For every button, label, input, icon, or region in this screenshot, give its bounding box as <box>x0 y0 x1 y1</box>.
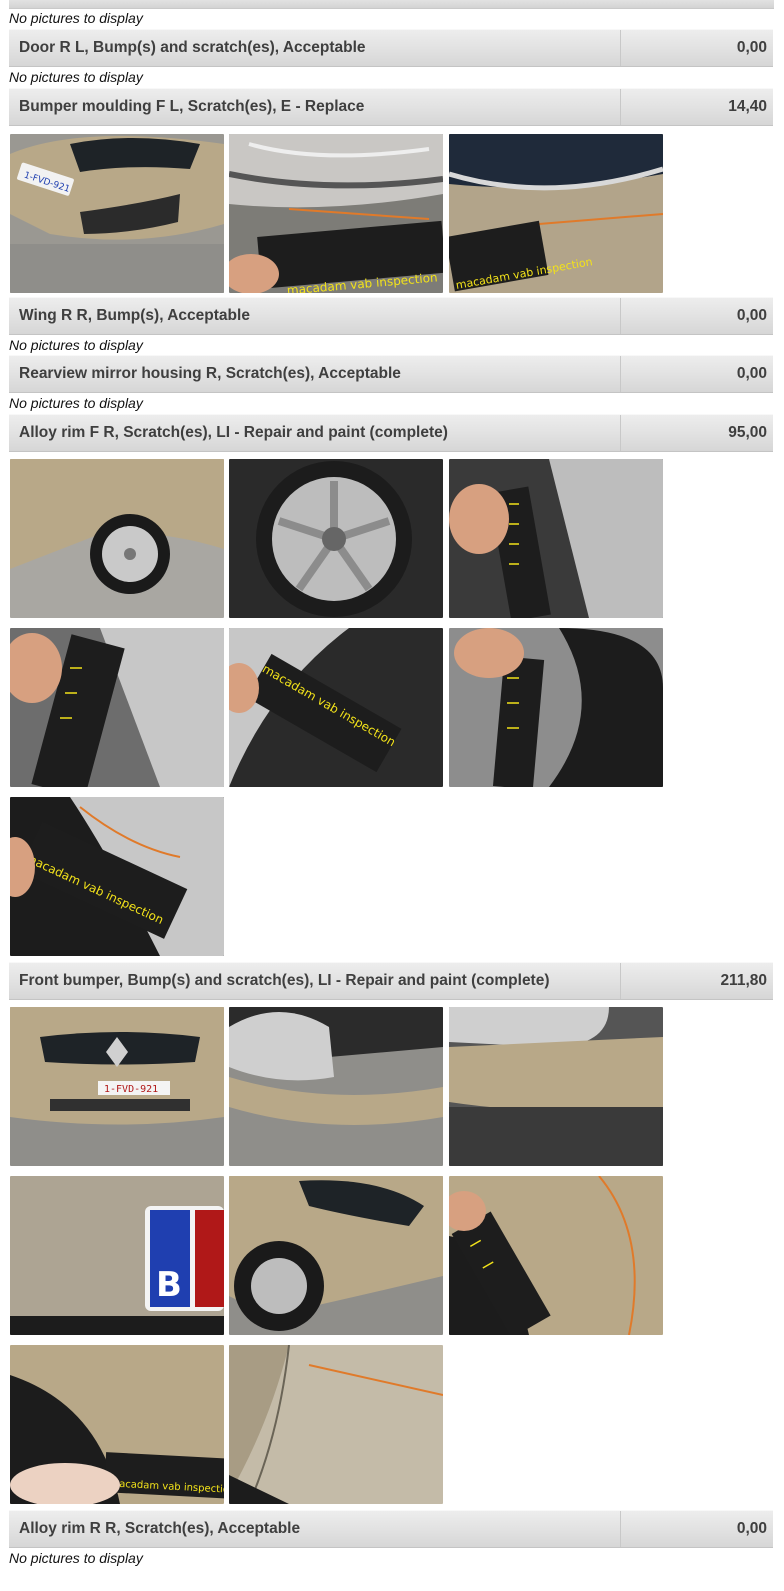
damage-amount: 211,80 <box>720 972 767 989</box>
damage-row-bumper-moulding-fl[interactable]: Bumper moulding F L, Scratch(es), E - Re… <box>9 88 773 126</box>
damage-photo[interactable] <box>229 1176 443 1335</box>
damage-amount: 0,00 <box>736 1520 767 1537</box>
damage-amount: 0,00 <box>736 365 767 382</box>
damage-photo[interactable]: 1-FVD-921 <box>10 1007 224 1166</box>
damage-photo[interactable]: macadam vab inspection <box>229 134 443 293</box>
damage-amount: 0,00 <box>736 307 767 324</box>
damage-description: Door R L, Bump(s) and scratch(es), Accep… <box>19 39 366 56</box>
damage-description: Alloy rim R R, Scratch(es), Acceptable <box>19 1520 301 1537</box>
license-plate-text: 1-FVD-921 <box>104 1084 158 1095</box>
damage-photo[interactable] <box>449 1176 663 1335</box>
column-divider <box>620 963 621 999</box>
no-pictures-note: No pictures to display <box>9 395 143 411</box>
damage-description: Rearview mirror housing R, Scratch(es), … <box>19 365 401 382</box>
damage-description: Alloy rim F R, Scratch(es), LI - Repair … <box>19 424 448 441</box>
no-pictures-note: No pictures to display <box>9 10 143 26</box>
damage-description: Wing R R, Bump(s), Acceptable <box>19 307 250 324</box>
column-divider <box>620 89 621 125</box>
damage-photo[interactable] <box>449 1007 663 1166</box>
no-pictures-note: No pictures to display <box>9 1550 143 1566</box>
damage-photo[interactable]: macadam vab inspection <box>10 797 224 956</box>
inspection-damage-list: No pictures to display Door R L, Bump(s)… <box>0 0 784 1591</box>
previous-row-edge <box>9 0 774 9</box>
column-divider <box>620 298 621 334</box>
damage-photo[interactable] <box>229 1007 443 1166</box>
damage-row-wing-rr[interactable]: Wing R R, Bump(s), Acceptable 0,00 <box>9 297 773 335</box>
damage-row-front-bumper[interactable]: Front bumper, Bump(s) and scratch(es), L… <box>9 962 773 1000</box>
damage-photo[interactable]: macadam vab inspection <box>10 1345 224 1504</box>
damage-amount: 0,00 <box>736 39 767 56</box>
no-pictures-note: No pictures to display <box>9 337 143 353</box>
damage-description: Front bumper, Bump(s) and scratch(es), L… <box>19 972 550 989</box>
plate-country-code: B <box>156 1265 182 1305</box>
damage-photo[interactable] <box>229 1345 443 1504</box>
column-divider <box>620 356 621 392</box>
damage-photo[interactable]: 1-FVD-921 <box>10 134 224 293</box>
column-divider <box>620 30 621 66</box>
damage-photo[interactable] <box>449 459 663 618</box>
damage-row-alloy-rim-rr[interactable]: Alloy rim R R, Scratch(es), Acceptable 0… <box>9 1510 773 1548</box>
damage-description: Bumper moulding F L, Scratch(es), E - Re… <box>19 98 365 115</box>
damage-photo[interactable]: macadam vab inspection <box>229 628 443 787</box>
damage-amount: 14,40 <box>728 98 767 115</box>
damage-row-mirror-housing-r[interactable]: Rearview mirror housing R, Scratch(es), … <box>9 355 773 393</box>
column-divider <box>620 415 621 451</box>
damage-photo[interactable] <box>449 628 663 787</box>
damage-photo[interactable]: B <box>10 1176 224 1335</box>
damage-photo[interactable] <box>229 459 443 618</box>
no-pictures-note: No pictures to display <box>9 69 143 85</box>
damage-photo[interactable] <box>10 628 224 787</box>
damage-photo[interactable] <box>10 459 224 618</box>
damage-row-alloy-rim-fr[interactable]: Alloy rim F R, Scratch(es), LI - Repair … <box>9 414 773 452</box>
column-divider <box>620 1511 621 1547</box>
damage-row-door-rl[interactable]: Door R L, Bump(s) and scratch(es), Accep… <box>9 29 773 67</box>
damage-amount: 95,00 <box>728 424 767 441</box>
damage-photo[interactable]: macadam vab inspection <box>449 134 663 293</box>
